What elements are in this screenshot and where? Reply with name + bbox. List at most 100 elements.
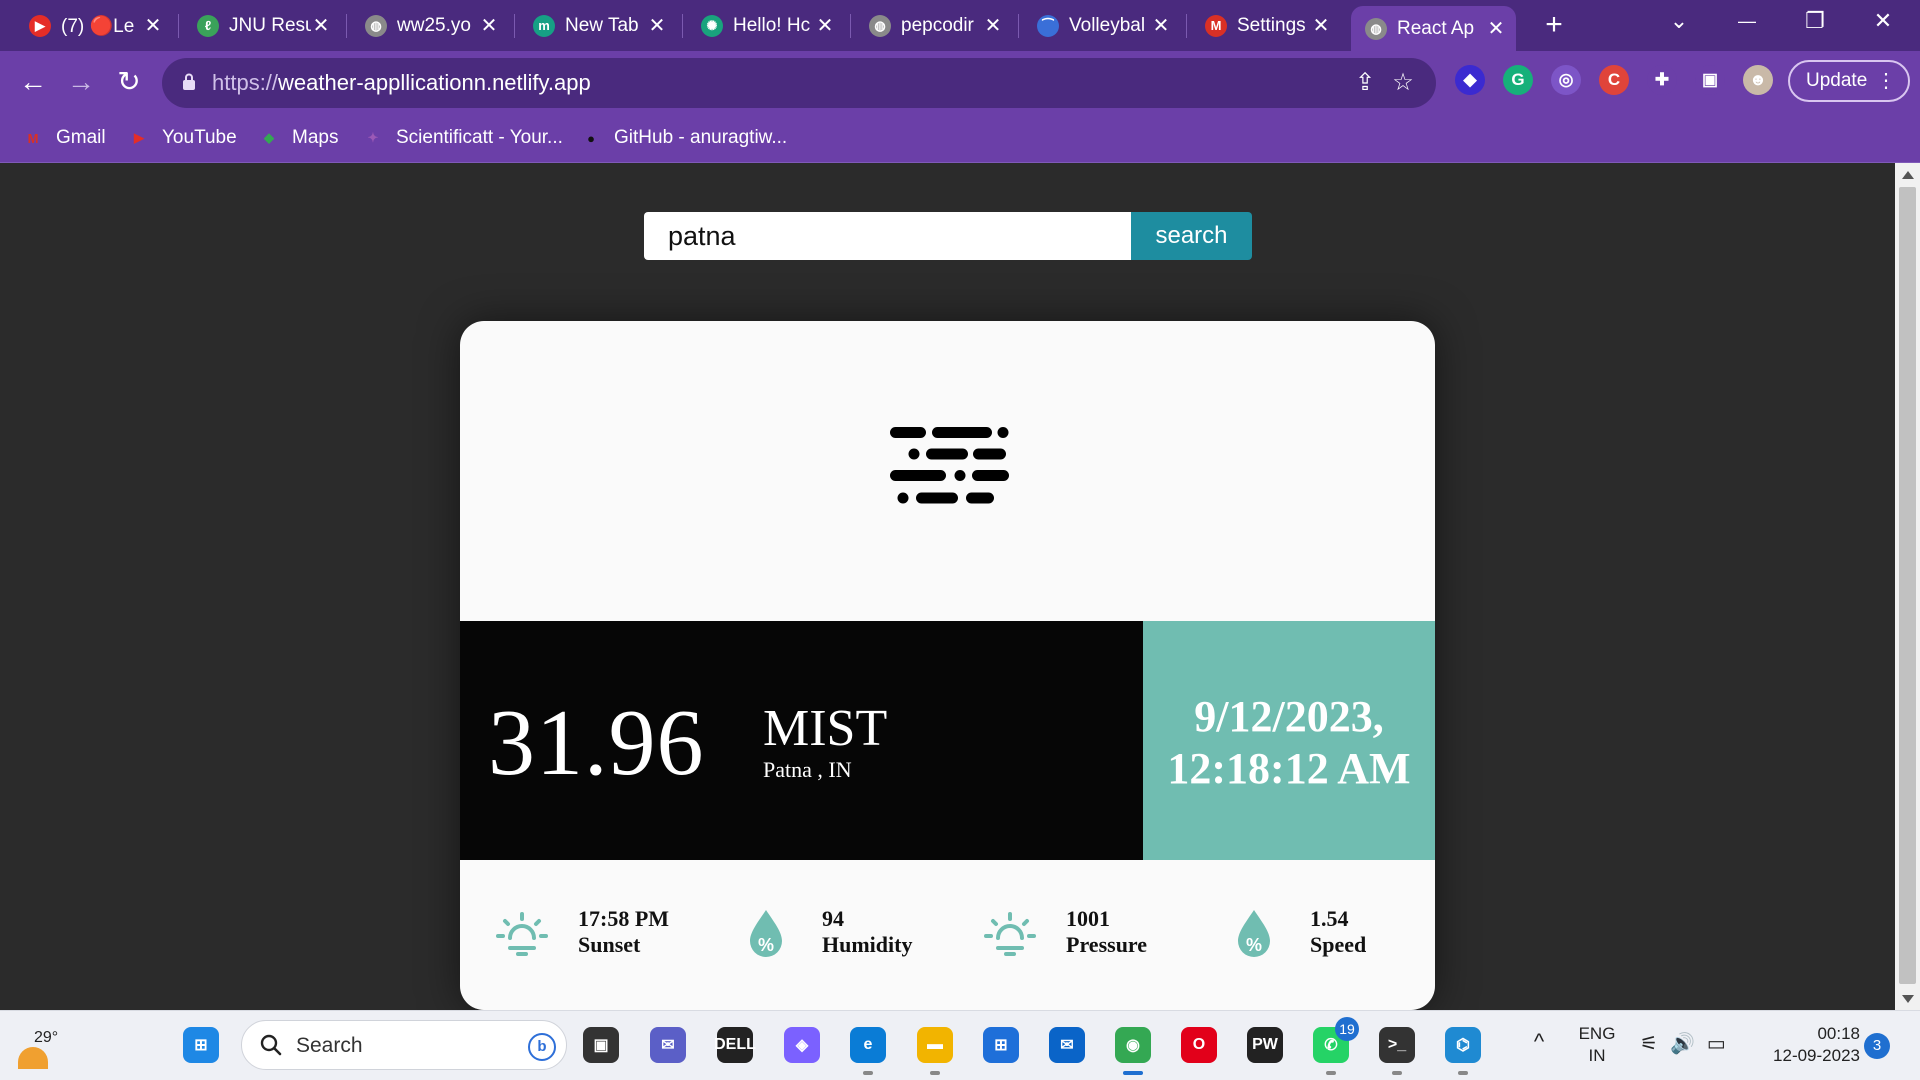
scrollbar-thumb[interactable] <box>1899 187 1916 984</box>
youtube-icon: ▶ <box>134 130 144 145</box>
restore-button[interactable]: ❐ <box>1780 0 1850 44</box>
clock[interactable]: 00:18 12-09-2023 <box>1750 1011 1860 1080</box>
target-icon[interactable]: ◎ <box>1551 65 1581 95</box>
task-view-icon[interactable]: ▣ <box>579 1023 623 1067</box>
store-icon[interactable]: ⊞ <box>979 1023 1023 1067</box>
bing-icon[interactable]: b <box>528 1033 556 1061</box>
browser-tab[interactable]: ▶ (7) 🔴Le ✕ <box>15 6 173 45</box>
forward-button[interactable]: → <box>63 65 99 101</box>
browser-tab[interactable]: ⁀ Volleybal ✕ <box>1023 6 1181 45</box>
close-tab-icon[interactable]: ✕ <box>647 13 667 38</box>
close-tab-icon[interactable]: ✕ <box>1486 16 1506 41</box>
notification-badge[interactable]: 3 <box>1864 1033 1890 1059</box>
close-tab-icon[interactable]: ✕ <box>479 13 499 38</box>
c-extension-icon[interactable]: C <box>1599 65 1629 95</box>
sunset-icon <box>496 912 548 956</box>
system-tray-icons[interactable]: ⚟ 🔊 ▭ <box>1640 1011 1740 1080</box>
wifi-icon: ⚟ <box>1640 1033 1658 1055</box>
search-button[interactable]: search <box>1131 212 1252 260</box>
bookmark-star-icon[interactable]: ☆ <box>1390 70 1416 96</box>
city-search-input[interactable] <box>644 212 1131 260</box>
minimize-button[interactable]: — <box>1712 0 1782 44</box>
dell-icon[interactable]: DELL <box>713 1023 757 1067</box>
copilot-glyph-icon: ◈ <box>784 1027 820 1063</box>
close-tab-icon[interactable]: ✕ <box>983 13 1003 38</box>
page-scrollbar[interactable] <box>1895 163 1920 1010</box>
close-tab-icon[interactable]: ✕ <box>143 13 163 38</box>
clock-date: 12-09-2023 <box>1773 1046 1860 1065</box>
chrome-glyph-icon: ◉ <box>1115 1027 1151 1063</box>
bookmark-label: Gmail <box>56 127 106 148</box>
menu-kebab-icon[interactable]: ⋮ <box>1876 62 1896 100</box>
copilot-icon[interactable]: ◈ <box>780 1023 824 1067</box>
puzzle-icon[interactable]: ✚ <box>1647 65 1677 95</box>
browser-tab[interactable]: ✺ Hello! Hc ✕ <box>687 6 845 45</box>
chrome-icon[interactable]: ◉ <box>1111 1023 1155 1075</box>
close-tab-icon[interactable]: ✕ <box>815 13 835 38</box>
teams-chat-icon[interactable]: ✉ <box>646 1023 690 1067</box>
browser-toolbar: ← → ↻ https://weather-appllicationn.netl… <box>0 51 1920 115</box>
pw-app-icon[interactable]: PW <box>1243 1023 1287 1067</box>
temperature-panel: 31.96 MIST Patna , IN <box>460 621 1143 860</box>
browser-tab[interactable]: ◍ React Ap ✕ <box>1351 6 1516 51</box>
file-explorer-glyph-icon: ▬ <box>917 1027 953 1063</box>
scroll-down-arrow-icon[interactable] <box>1902 995 1914 1003</box>
weather-info-band: 31.96 MIST Patna , IN 9/12/2023, 12:18:1… <box>460 621 1435 860</box>
humidity-value: 94 <box>822 906 844 931</box>
mail-icon[interactable]: ✉ <box>1045 1023 1089 1067</box>
browser-tab[interactable]: ◍ ww25.yo ✕ <box>351 6 509 45</box>
browser-tab[interactable]: ℓ JNU Resu ✕ <box>183 6 341 45</box>
share-icon[interactable]: ⇪ <box>1352 70 1378 96</box>
whatsapp-icon[interactable]: ✆ 19 <box>1309 1017 1359 1075</box>
profile-avatar-icon[interactable]: ☻ <box>1743 65 1773 95</box>
browser-tab[interactable]: ◍ pepcodir ✕ <box>855 6 1013 45</box>
tray-overflow-chevron-icon[interactable]: ^ <box>1524 1011 1554 1080</box>
bookmark-github[interactable]: ● GitHub - anuragtiw... <box>580 123 787 153</box>
browser-tab[interactable]: M Settings ✕ <box>1191 6 1341 45</box>
tab-search-dropdown-icon[interactable]: ⌄ <box>1644 0 1714 44</box>
back-button[interactable]: ← <box>15 65 51 101</box>
grammarly-icon[interactable]: G <box>1503 65 1533 95</box>
bookmark-youtube[interactable]: ▶ YouTube <box>128 123 237 153</box>
tab-separator <box>514 14 515 38</box>
weather-condition: MIST <box>763 700 888 757</box>
tab-title: React Ap <box>1397 17 1475 39</box>
language-indicator[interactable]: ENG IN <box>1572 1011 1622 1080</box>
bookmark-scientificatt[interactable]: ✦ Scientificatt - Your... <box>362 123 563 153</box>
bookmark-maps[interactable]: ◆ Maps <box>258 123 338 153</box>
bookmark-gmail[interactable]: M Gmail <box>22 123 106 153</box>
update-button[interactable]: Update ⋮ <box>1788 60 1910 102</box>
date-text: 9/12/2023, <box>1194 692 1384 741</box>
windows-start-icon[interactable]: ⊞ <box>179 1023 223 1067</box>
browser-tab[interactable]: m New Tab ✕ <box>519 6 677 45</box>
close-window-button[interactable]: ✕ <box>1848 0 1918 44</box>
tab-title: Settings <box>1237 14 1306 36</box>
terminal-icon[interactable]: >_ <box>1375 1023 1419 1075</box>
weather-stats-row: 17:58 PM Sunset % 94 Humidity 1001 Press… <box>460 860 1435 1010</box>
scroll-up-arrow-icon[interactable] <box>1902 171 1914 179</box>
m-icon: m <box>533 14 555 37</box>
speed-value: 1.54 <box>1310 906 1349 931</box>
tab-title: JNU Resu <box>229 14 311 36</box>
weather-app-page: search <box>0 163 1895 1010</box>
ext-cube-icon[interactable]: ◆ <box>1455 65 1485 95</box>
tab-separator <box>1018 14 1019 38</box>
edge-glyph-icon: e <box>850 1027 886 1063</box>
gmail-icon: M <box>27 130 39 146</box>
reload-button[interactable]: ↻ <box>111 65 147 101</box>
windows-start-glyph-icon: ⊞ <box>183 1027 219 1063</box>
tab-title: ww25.yo <box>397 14 471 36</box>
vscode-icon[interactable]: ⌬ <box>1441 1023 1485 1075</box>
sidepanel-icon[interactable]: ▣ <box>1695 65 1725 95</box>
file-explorer-icon[interactable]: ▬ <box>913 1023 957 1075</box>
close-tab-icon[interactable]: ✕ <box>1311 13 1331 38</box>
taskbar-search[interactable]: Search b <box>241 1020 567 1070</box>
address-bar[interactable]: https://weather-appllicationn.netlify.ap… <box>162 58 1436 108</box>
opera-icon[interactable]: O <box>1177 1023 1221 1067</box>
edge-icon[interactable]: e <box>846 1023 890 1075</box>
close-tab-icon[interactable]: ✕ <box>1151 13 1171 38</box>
close-tab-icon[interactable]: ✕ <box>311 13 331 38</box>
task-view-glyph-icon: ▣ <box>583 1027 619 1063</box>
weather-widget[interactable]: 29° <box>14 1019 74 1073</box>
new-tab-button[interactable]: + <box>1536 8 1572 44</box>
